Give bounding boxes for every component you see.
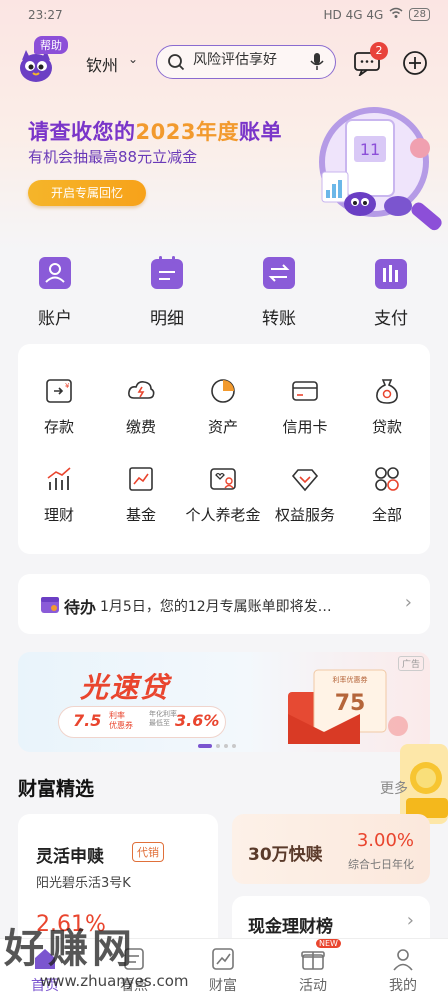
- credit-card-icon: [292, 381, 318, 401]
- calendar-icon: [41, 597, 59, 613]
- svg-text:11: 11: [360, 140, 380, 159]
- loan-icon: [376, 379, 398, 404]
- chevron-right-icon: ›: [404, 592, 412, 613]
- service-all[interactable]: 全部: [346, 464, 428, 544]
- tab-wealth[interactable]: 财富: [188, 945, 258, 995]
- product-subtitle: 阳光碧乐活3号K: [36, 876, 131, 891]
- service-credit-card[interactable]: 信用卡: [264, 376, 346, 456]
- product-rate: 3.00%: [356, 830, 414, 851]
- tab-activity[interactable]: NEW 活动: [278, 939, 348, 995]
- account-icon: [39, 257, 71, 289]
- quick-actions: 账户 明细 转账 支付: [0, 250, 448, 340]
- status-indicators: HD 4G 4G 28: [323, 7, 430, 22]
- magnifier-phone-illustration: 11: [319, 107, 442, 231]
- product-name: 现金理财榜: [248, 917, 333, 937]
- wealth-section-title: 财富精选: [18, 778, 95, 800]
- city-selector[interactable]: 钦州: [86, 52, 118, 76]
- product-flexible-redeem[interactable]: 灵活申赎 代销 阳光碧乐活3号K 2.61%: [18, 814, 218, 954]
- service-wealth[interactable]: 理财: [18, 464, 100, 544]
- search-bar[interactable]: [156, 45, 336, 79]
- message-badge: 2: [370, 42, 388, 60]
- quick-account[interactable]: 账户: [15, 256, 95, 336]
- assets-icon: [211, 379, 235, 403]
- product-rate-label: 综合七日年化: [348, 858, 414, 871]
- service-bill-payment[interactable]: 缴费: [100, 376, 182, 456]
- highlights-icon: [124, 948, 144, 970]
- tab-mine[interactable]: 我的: [368, 945, 438, 995]
- wealth-chart-icon: [47, 467, 71, 490]
- gift-icon: [301, 951, 325, 970]
- status-bar: 23:27 HD 4G 4G 28: [0, 0, 448, 32]
- wifi-icon: [389, 7, 403, 22]
- banner-cta-button[interactable]: 开启专属回忆: [28, 180, 146, 206]
- battery-indicator: 28: [409, 8, 430, 21]
- service-fund[interactable]: 基金: [100, 464, 182, 544]
- carousel-indicator: [198, 744, 236, 748]
- service-assets[interactable]: 资产: [182, 376, 264, 456]
- help-button[interactable]: 帮助: [34, 36, 68, 54]
- product-quick-redeem[interactable]: 30万快赎 3.00% 综合七日年化: [232, 814, 430, 884]
- loan-banner[interactable]: 光速贷 7.5 利率 优惠券 年化利率 最低至 3.6% 广告 利率优惠券 75: [18, 652, 430, 752]
- pension-icon: [210, 468, 236, 490]
- fund-icon: [129, 467, 153, 491]
- wealth-tab-icon: [212, 948, 234, 970]
- profile-icon: [393, 949, 413, 971]
- service-loan[interactable]: 贷款: [346, 376, 428, 456]
- notice-tag: 待办: [64, 598, 97, 617]
- status-time: 23:27: [28, 8, 63, 22]
- chevron-down-icon[interactable]: ⌄: [128, 52, 138, 66]
- svg-text:利率优惠券: 利率优惠券: [333, 675, 368, 684]
- product-name: 30万快赎: [248, 845, 323, 865]
- new-badge: NEW: [316, 939, 341, 948]
- service-deposit[interactable]: ¥ 存款: [18, 376, 100, 456]
- product-rate: 2.61%: [36, 912, 106, 937]
- top-header: 帮助 钦州 ⌄ 2: [0, 36, 448, 86]
- bottom-tab-bar: 首页 看点 财富 NEW 活动 我的: [0, 938, 448, 1000]
- banner-subtitle: 有机会抽最高88元立减金: [28, 148, 198, 166]
- annual-bill-banner[interactable]: 请查收您的2023年度账单 有机会抽最高88元立减金 开启专属回忆 11: [0, 96, 448, 246]
- service-pension[interactable]: 个人养老金: [182, 464, 264, 544]
- wealth-more-link[interactable]: 更多: [380, 778, 408, 798]
- add-icon[interactable]: [402, 50, 428, 76]
- search-icon: [168, 54, 185, 71]
- product-tag: 代销: [132, 842, 164, 862]
- loan-title: 光速贷: [80, 671, 171, 704]
- diamond-icon: [291, 469, 319, 492]
- search-input[interactable]: [193, 52, 303, 68]
- details-icon: [151, 256, 183, 289]
- all-grid-icon: [375, 467, 399, 491]
- tab-home[interactable]: 首页: [10, 945, 80, 995]
- microphone-icon[interactable]: [309, 52, 325, 72]
- svg-text:75: 75: [335, 691, 366, 716]
- svg-text:¥: ¥: [65, 382, 70, 390]
- product-name: 灵活申赎: [36, 847, 104, 867]
- payment-icon: [375, 259, 407, 289]
- notice-text: 1月5日，您的12月专属账单即将发…: [100, 599, 332, 615]
- deposit-icon: ¥: [46, 379, 72, 403]
- home-icon: [35, 949, 55, 969]
- service-benefits[interactable]: 权益服务: [264, 464, 346, 544]
- bill-payment-icon: [128, 381, 155, 399]
- chevron-right-icon: ›: [406, 910, 414, 931]
- loan-offer-box: 7.5 利率 优惠券 年化利率 最低至 3.6%: [58, 706, 226, 738]
- signal-text: HD 4G 4G: [323, 7, 384, 22]
- services-card: ¥ 存款 缴费 资产 信用卡 贷款 理财 基金 个人养老金 权益服务 全部: [18, 344, 430, 554]
- tab-highlights[interactable]: 看点: [99, 945, 169, 995]
- banner-title: 请查收您的2023年度账单: [28, 120, 282, 144]
- quick-details[interactable]: 明细: [127, 256, 207, 336]
- quick-transfer[interactable]: 转账: [239, 256, 319, 336]
- transfer-icon: [263, 257, 295, 289]
- todo-notice[interactable]: 待办 1月5日，您的12月专属账单即将发… ›: [18, 574, 430, 634]
- quick-payment[interactable]: 支付: [351, 256, 431, 336]
